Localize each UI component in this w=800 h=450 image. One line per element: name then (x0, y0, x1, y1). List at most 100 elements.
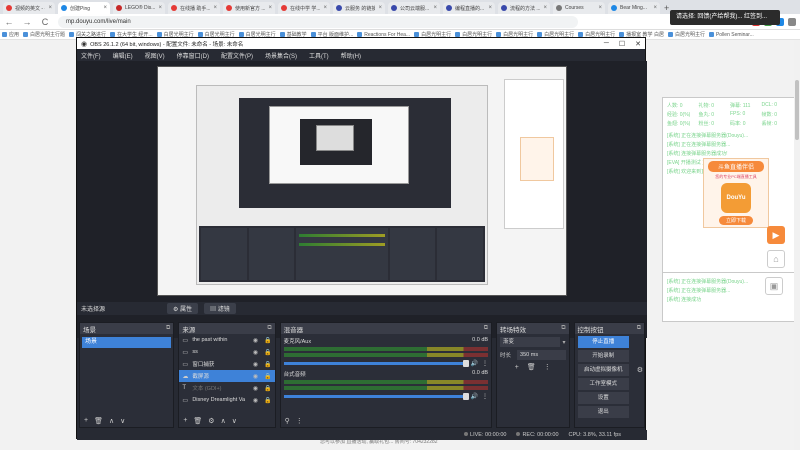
scene-list-item[interactable]: 场景 (82, 337, 172, 348)
lock-icon[interactable]: 🔒 (264, 361, 271, 368)
eye-icon[interactable]: ◉ (253, 349, 258, 356)
tab-close-icon[interactable]: × (103, 5, 107, 11)
browser-tab[interactable]: 公司云端服... × (388, 2, 440, 14)
reload-icon[interactable]: C (40, 17, 50, 27)
obs-menu-item[interactable]: 帮助(H) (341, 51, 361, 60)
control-button[interactable]: 工作室模式 (577, 378, 629, 390)
undock-icon[interactable]: ⧉ (166, 325, 170, 332)
eye-icon[interactable]: ◉ (253, 361, 258, 368)
tab-close-icon[interactable]: × (158, 5, 162, 11)
tab-close-icon[interactable]: × (543, 5, 547, 11)
control-button[interactable]: 设置 (577, 392, 629, 404)
volume-slider[interactable] (283, 393, 469, 400)
play-icon[interactable]: ▶ (767, 226, 785, 244)
eye-icon[interactable]: ◉ (253, 397, 258, 404)
tab-close-icon[interactable]: × (323, 5, 327, 11)
speaker-icon[interactable]: 🔊 (471, 360, 478, 367)
back-icon[interactable]: ← (4, 17, 14, 27)
maximize-icon[interactable]: ☐ (619, 40, 625, 48)
link-icon[interactable]: ⚲ (285, 417, 290, 425)
page-scrollbar[interactable] (794, 40, 800, 450)
source-list-item[interactable]: T 文本 (GDI+) ◉ 🔒 (179, 382, 274, 394)
remove-icon[interactable]: 🗑 (527, 363, 536, 371)
browser-tab[interactable]: 在线中学 学... × (278, 2, 330, 14)
move-down-icon[interactable]: ∨ (232, 417, 237, 425)
menu-icon[interactable]: ⋮ (544, 363, 551, 371)
browser-tab[interactable]: 创建Ping × (58, 2, 110, 14)
menu-icon[interactable]: ⋮ (482, 360, 488, 367)
close-icon[interactable]: ✕ (635, 40, 641, 48)
undock-icon[interactable]: ⧉ (267, 325, 271, 332)
eye-icon[interactable]: ◉ (253, 385, 258, 392)
lock-icon[interactable]: 🔒 (264, 349, 271, 356)
obs-menu-item[interactable]: 工具(T) (309, 51, 329, 60)
minimize-icon[interactable]: ─ (604, 40, 609, 48)
source-list-item[interactable]: ▭ ss ◉ 🔒 (179, 346, 274, 358)
speaker-icon[interactable]: 🔊 (471, 393, 478, 400)
move-down-icon[interactable]: ∨ (120, 417, 125, 425)
undock-icon[interactable]: ⧉ (561, 325, 565, 332)
scrollbar-thumb[interactable] (795, 80, 799, 140)
undock-icon[interactable]: ⧉ (637, 325, 641, 332)
lock-icon[interactable]: 🔒 (264, 397, 271, 404)
source-list-item[interactable]: ▭ Disney Dreamlight Va ◉ 🔒 (179, 394, 274, 406)
tab-close-icon[interactable]: × (653, 5, 657, 11)
obs-menu-item[interactable]: 停靠窗口(D) (177, 51, 209, 60)
tab-close-icon[interactable]: × (488, 5, 492, 11)
browser-tab[interactable]: LEGO® Dis... × (113, 2, 165, 14)
promo-card[interactable]: 斗鱼直播伴侣 您的专业PC端直播工具 DouYu 立即下载 (703, 158, 769, 228)
eye-icon[interactable]: ◉ (253, 373, 258, 380)
tab-close-icon[interactable]: × (378, 5, 382, 11)
add-icon[interactable]: + (515, 364, 519, 371)
add-icon[interactable]: + (183, 417, 187, 424)
browser-tab[interactable]: 使用新官方 ... × (223, 2, 275, 14)
transition-select[interactable]: 渐变 (500, 337, 560, 347)
move-up-icon[interactable]: ∧ (221, 417, 226, 425)
obs-menu-item[interactable]: 视图(V) (145, 51, 165, 60)
add-icon[interactable]: + (84, 417, 88, 424)
menu-icon[interactable]: ⋮ (296, 417, 303, 425)
browser-tab[interactable]: 编程直播的... × (443, 2, 495, 14)
menu-icon[interactable]: ⋮ (482, 393, 488, 400)
tab-close-icon[interactable]: × (213, 5, 217, 11)
home-icon[interactable]: ⌂ (767, 250, 785, 268)
duration-input[interactable]: 350 ms (517, 350, 566, 360)
lock-icon[interactable]: 🔒 (264, 337, 271, 344)
bookmark-item[interactable]: 应用 (2, 31, 19, 38)
preview-canvas[interactable] (157, 66, 567, 296)
tab-close-icon[interactable]: × (268, 5, 272, 11)
gear-icon[interactable]: ⚙ (208, 417, 214, 425)
control-button[interactable]: 退出 (577, 406, 629, 418)
browser-tab[interactable]: 云服务 的链接 × (333, 2, 385, 14)
lock-icon[interactable]: 🔒 (264, 385, 271, 392)
bookmark-item[interactable]: Pollen Seminar... (708, 32, 754, 38)
tab-close-icon[interactable]: × (48, 5, 52, 11)
eye-icon[interactable]: ◉ (253, 337, 258, 344)
new-tab-button[interactable]: + (664, 2, 669, 14)
remove-icon[interactable]: 🗑 (193, 417, 202, 425)
box-icon[interactable]: ▣ (765, 277, 783, 295)
control-button[interactable]: 启动虚拟摄像机 ⚙ (577, 364, 643, 376)
bookmark-item[interactable]: 白居光明主行题 (23, 31, 65, 38)
browser-tab[interactable]: Bear Ming... × (608, 2, 660, 14)
volume-slider-knob[interactable] (462, 360, 469, 367)
download-button[interactable]: 立即下载 (719, 216, 753, 225)
move-up-icon[interactable]: ∧ (109, 417, 114, 425)
obs-menu-item[interactable]: 文件(F) (81, 51, 101, 60)
browser-tab[interactable]: 视频的英文 - 谷歌× (3, 2, 55, 14)
source-list-item[interactable]: ☁ 截屏源 ◉ 🔒 (179, 370, 275, 382)
browser-tab[interactable]: 流程的方法 ... × (498, 2, 550, 14)
browser-tab[interactable]: Courses × (553, 2, 605, 14)
volume-slider-knob[interactable] (462, 393, 469, 400)
filters-button[interactable]: ▤ 滤镜 (204, 303, 236, 314)
obs-menu-item[interactable]: 配置文件(P) (221, 51, 253, 60)
obs-menu-item[interactable]: 编辑(E) (113, 51, 133, 60)
profile-avatar[interactable] (788, 17, 796, 26)
remove-icon[interactable]: 🗑 (94, 417, 103, 425)
control-button[interactable]: 开始录制 (577, 350, 629, 362)
lock-icon[interactable]: 🔒 (264, 373, 271, 380)
obs-menu-item[interactable]: 场景集合(S) (265, 51, 297, 60)
browser-tab[interactable]: 在线播 助手... × (168, 2, 220, 14)
tab-close-icon[interactable]: × (433, 5, 437, 11)
bookmark-item[interactable]: 白居光明主行 (667, 31, 705, 38)
